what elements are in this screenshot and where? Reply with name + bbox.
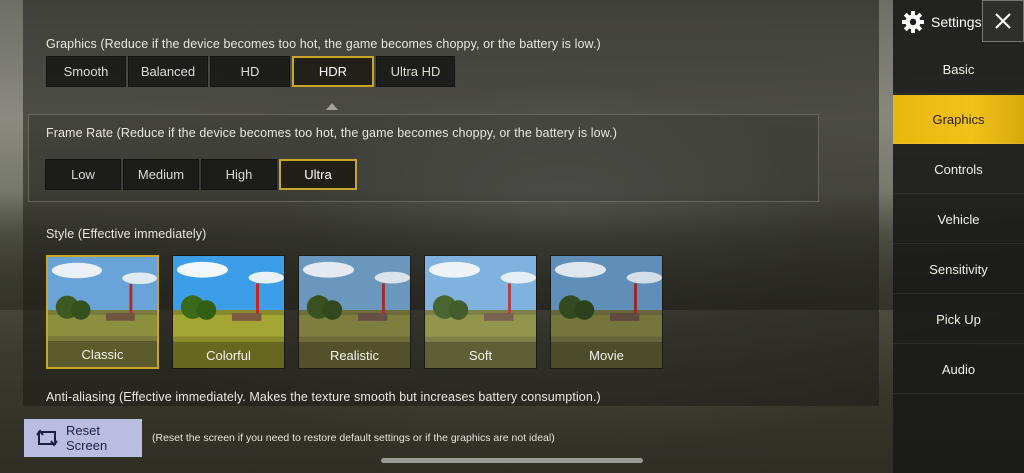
sidebar-item-controls[interactable]: Controls xyxy=(893,145,1024,194)
graphics-option-ultra-hd[interactable]: Ultra HD xyxy=(376,56,455,87)
style-label: Style (Effective immediately) xyxy=(46,227,207,241)
sidebar-item-pick-up[interactable]: Pick Up xyxy=(893,295,1024,344)
sidebar-item-audio[interactable]: Audio xyxy=(893,345,1024,394)
sidebar-item-sensitivity[interactable]: Sensitivity xyxy=(893,245,1024,294)
frame-rate-option-high[interactable]: High xyxy=(201,159,277,190)
graphics-label: Graphics (Reduce if the device becomes t… xyxy=(46,37,601,51)
settings-sidebar: Settings Basic Graphics Controls Vehicle… xyxy=(893,0,1024,473)
graphics-option-hd[interactable]: HD xyxy=(210,56,290,87)
style-caption-realistic: Realistic xyxy=(299,342,410,368)
style-caption-movie: Movie xyxy=(551,342,662,368)
anti-aliasing-label: Anti-aliasing (Effective immediately. Ma… xyxy=(46,390,601,404)
style-caption-classic: Classic xyxy=(48,341,157,367)
reset-screen-note: (Reset the screen if you need to restore… xyxy=(152,432,555,444)
frame-rate-option-medium[interactable]: Medium xyxy=(123,159,199,190)
frame-rate-option-low[interactable]: Low xyxy=(45,159,121,190)
selection-pointer-icon xyxy=(326,103,338,110)
graphics-option-hdr[interactable]: HDR xyxy=(292,56,374,87)
reset-screen-button[interactable]: Reset Screen xyxy=(24,419,142,457)
style-option-realistic[interactable]: Realistic xyxy=(298,255,411,369)
settings-title: Settings xyxy=(893,0,982,43)
style-selector: Classic Colorful Realistic Soft Movie xyxy=(46,255,663,369)
graphics-quality-selector: Smooth Balanced HD HDR Ultra HD xyxy=(46,56,455,87)
frame-rate-option-ultra[interactable]: Ultra xyxy=(279,159,357,190)
close-icon xyxy=(994,12,1012,30)
sidebar-item-basic[interactable]: Basic xyxy=(893,45,1024,94)
home-indicator[interactable] xyxy=(381,458,643,463)
style-caption-colorful: Colorful xyxy=(173,342,284,368)
style-option-soft[interactable]: Soft xyxy=(424,255,537,369)
graphics-option-balanced[interactable]: Balanced xyxy=(128,56,208,87)
style-option-movie[interactable]: Movie xyxy=(550,255,663,369)
settings-title-text: Settings xyxy=(931,13,982,30)
gear-icon xyxy=(901,10,925,34)
reset-screen-icon xyxy=(36,429,58,447)
close-button[interactable] xyxy=(982,0,1024,42)
graphics-option-smooth[interactable]: Smooth xyxy=(46,56,126,87)
sidebar-item-graphics[interactable]: Graphics xyxy=(893,95,1024,144)
style-option-classic[interactable]: Classic xyxy=(46,255,159,369)
frame-rate-label: Frame Rate (Reduce if the device becomes… xyxy=(46,126,617,140)
sidebar-item-vehicle[interactable]: Vehicle xyxy=(893,195,1024,244)
style-option-colorful[interactable]: Colorful xyxy=(172,255,285,369)
frame-rate-selector: Low Medium High Ultra xyxy=(45,159,357,190)
style-caption-soft: Soft xyxy=(425,342,536,368)
reset-screen-label: Reset Screen xyxy=(66,423,108,453)
